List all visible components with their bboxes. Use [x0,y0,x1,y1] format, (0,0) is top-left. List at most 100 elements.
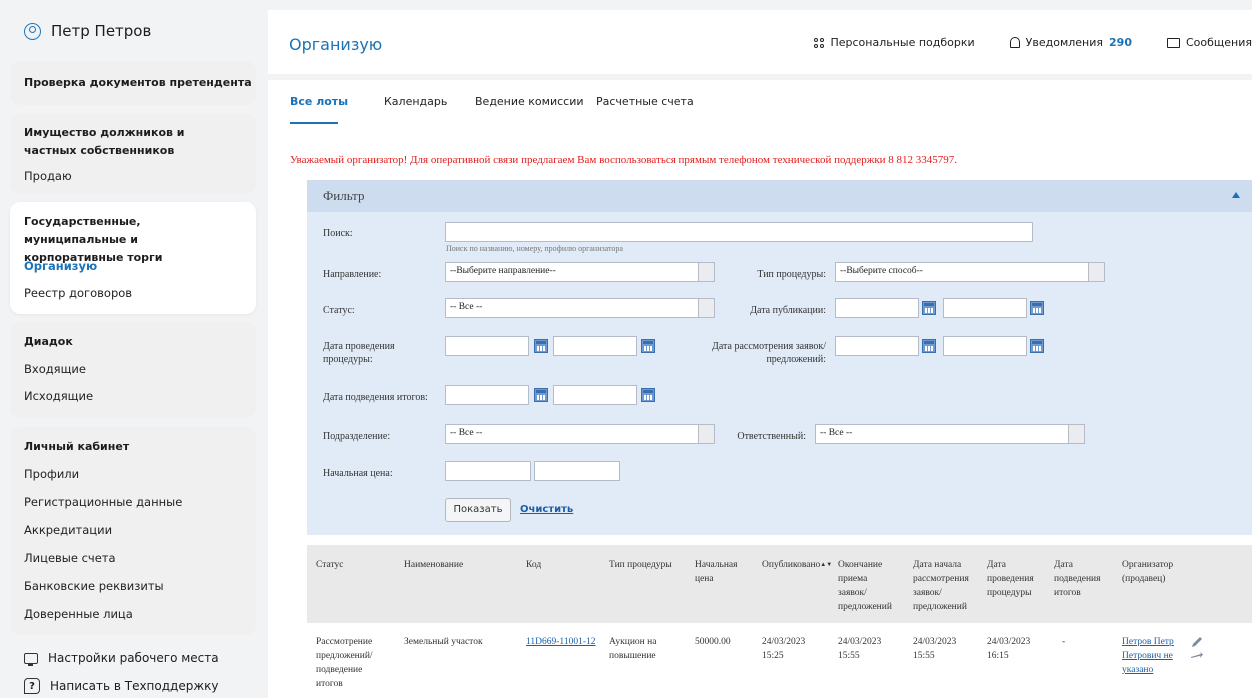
table-header: Статус Наименование Код Тип процедуры На… [307,545,1252,623]
start-price-from[interactable] [445,461,531,481]
notifications-link[interactable]: Уведомления 290 [1009,36,1132,49]
collapse-icon[interactable] [1232,192,1240,198]
calendar-icon[interactable] [641,339,655,353]
sidebar-item-accounts[interactable]: Лицевые счета [24,551,116,565]
direction-value: --Выберите направление-- [450,266,556,276]
calendar-icon[interactable] [922,301,936,315]
personal-selections-label: Персональные подборки [830,36,975,49]
cell-proc-date: 24/03/2023 16:15 [987,637,1031,661]
arrow-icon[interactable] [1190,651,1204,659]
user-profile[interactable]: Петр Петров [24,22,151,40]
start-price-to[interactable] [534,461,620,481]
sidebar-item-check-docs[interactable]: Проверка документов претендента [24,76,252,89]
results-date-from[interactable] [445,385,529,405]
sidebar-item-incoming[interactable]: Входящие [24,362,86,376]
filter-title: Фильтр [323,188,365,203]
col-code[interactable]: Код [526,558,541,572]
tab-calendar[interactable]: Календарь [384,95,447,108]
top-bar: Организую Персональные подборки Уведомле… [268,10,1252,74]
notifications-label: Уведомления [1025,36,1104,49]
col-review-start[interactable]: Дата начала рассмотрения заявок/ предлож… [913,558,975,614]
cell-proc-type: Аукцион на повышение [609,637,657,661]
proc-type-select[interactable]: --Выберите способ-- [835,262,1105,282]
support-notice: Уважаемый организатор! Для оперативной с… [290,154,958,166]
proc-type-dropdown-button[interactable] [1088,263,1104,281]
messages-label: Сообщения [1185,36,1252,49]
col-proc-date[interactable]: Дата проведения процедуры [987,558,1045,600]
tab-commission[interactable]: Ведение комиссии [475,95,584,108]
support-link[interactable]: ? Написать в Техподдержку [24,678,219,694]
sidebar-item-outgoing[interactable]: Исходящие [24,389,93,403]
workplace-settings-link[interactable]: Настройки рабочего места [24,651,219,666]
pencil-icon[interactable] [1190,635,1204,649]
sidebar-section-property: Имущество должников и частных собственни… [24,126,185,157]
calendar-icon[interactable] [1030,301,1044,315]
calendar-icon[interactable] [1030,339,1044,353]
review-date-from[interactable] [835,336,919,356]
calendar-icon[interactable] [922,339,936,353]
col-proc-type[interactable]: Тип процедуры [609,558,672,572]
col-published-label: Опубликовано [762,560,821,570]
sidebar-item-accreditation[interactable]: Аккредитации [24,523,112,537]
cell-organizer[interactable]: Петров Петр Петрович не указано [1122,635,1184,677]
user-icon [24,22,41,40]
filter-panel: Фильтр Поиск: Поиск по названию, номеру,… [307,180,1252,535]
sidebar: Петр Петров Проверка документов претенде… [0,0,268,698]
col-results-date[interactable]: Дата подведения итогов [1054,558,1109,600]
responsible-value: -- Все -- [820,428,853,438]
bell-icon [1009,37,1020,48]
col-start-price[interactable]: Начальная цена [695,558,740,586]
col-end-accept[interactable]: Окончание приема заявок/ предложений [838,558,893,614]
calendar-icon[interactable] [641,388,655,402]
review-date-to[interactable] [943,336,1027,356]
messages-link[interactable]: Сообщения [1166,36,1252,49]
col-organizer[interactable]: Организатор (продавец) [1122,558,1197,586]
proc-date-from[interactable] [445,336,529,356]
col-name[interactable]: Наименование [404,558,463,572]
responsible-select[interactable]: -- Все -- [815,424,1085,444]
calendar-icon[interactable] [534,339,548,353]
sidebar-item-bank[interactable]: Банковские реквизиты [24,579,164,593]
sidebar-item-organize[interactable]: Организую [24,259,97,273]
sidebar-item-sell[interactable]: Продаю [24,169,72,183]
search-input[interactable] [445,222,1033,242]
sidebar-item-trusted[interactable]: Доверенные лица [24,607,133,621]
cell-results-date: - [1062,637,1066,647]
pub-date-from[interactable] [835,298,919,318]
tab-accounts[interactable]: Расчетные счета [596,95,694,108]
col-published[interactable]: Опубликовано▲▼ [762,558,832,572]
proc-date-to[interactable] [553,336,637,356]
grid-icon [814,37,825,48]
mail-icon [1166,37,1180,48]
sidebar-item-reg-data[interactable]: Регистрационные данные [24,495,182,509]
division-select[interactable]: -- Все -- [445,424,715,444]
organizer-link[interactable]: Петров Петр Петрович не указано [1122,637,1174,675]
responsible-dropdown-button[interactable] [1068,425,1084,443]
results-date-to[interactable] [553,385,637,405]
direction-dropdown-button[interactable] [698,263,714,281]
show-button[interactable]: Показать [445,498,511,522]
code-link[interactable]: 11D669-11001-12 [526,637,595,647]
status-value: -- Все -- [450,302,483,312]
filter-header[interactable]: Фильтр [307,180,1252,212]
tab-all-lots[interactable]: Все лоты [290,95,348,108]
status-dropdown-button[interactable] [698,299,714,317]
personal-selections-link[interactable]: Персональные подборки [814,36,975,49]
active-tab-indicator [290,122,338,124]
workplace-settings-label: Настройки рабочего места [48,651,219,665]
pub-date-to[interactable] [943,298,1027,318]
calendar-icon[interactable] [534,388,548,402]
content-area: Уважаемый организатор! Для оперативной с… [268,126,1252,698]
status-label: Статус: [323,305,355,316]
col-status[interactable]: Статус [316,558,343,572]
status-select[interactable]: -- Все -- [445,298,715,318]
sidebar-item-profiles[interactable]: Профили [24,467,79,481]
top-actions: Персональные подборки Уведомления 290 Со… [814,36,1252,49]
sidebar-item-contracts[interactable]: Реестр договоров [24,286,132,300]
sort-icon[interactable]: ▲▼ [820,562,832,568]
direction-select[interactable]: --Выберите направление-- [445,262,715,282]
division-dropdown-button[interactable] [698,425,714,443]
clear-link[interactable]: Очистить [520,504,573,515]
responsible-label: Ответственный: [737,431,806,442]
cell-code[interactable]: 11D669-11001-12 [526,635,596,649]
